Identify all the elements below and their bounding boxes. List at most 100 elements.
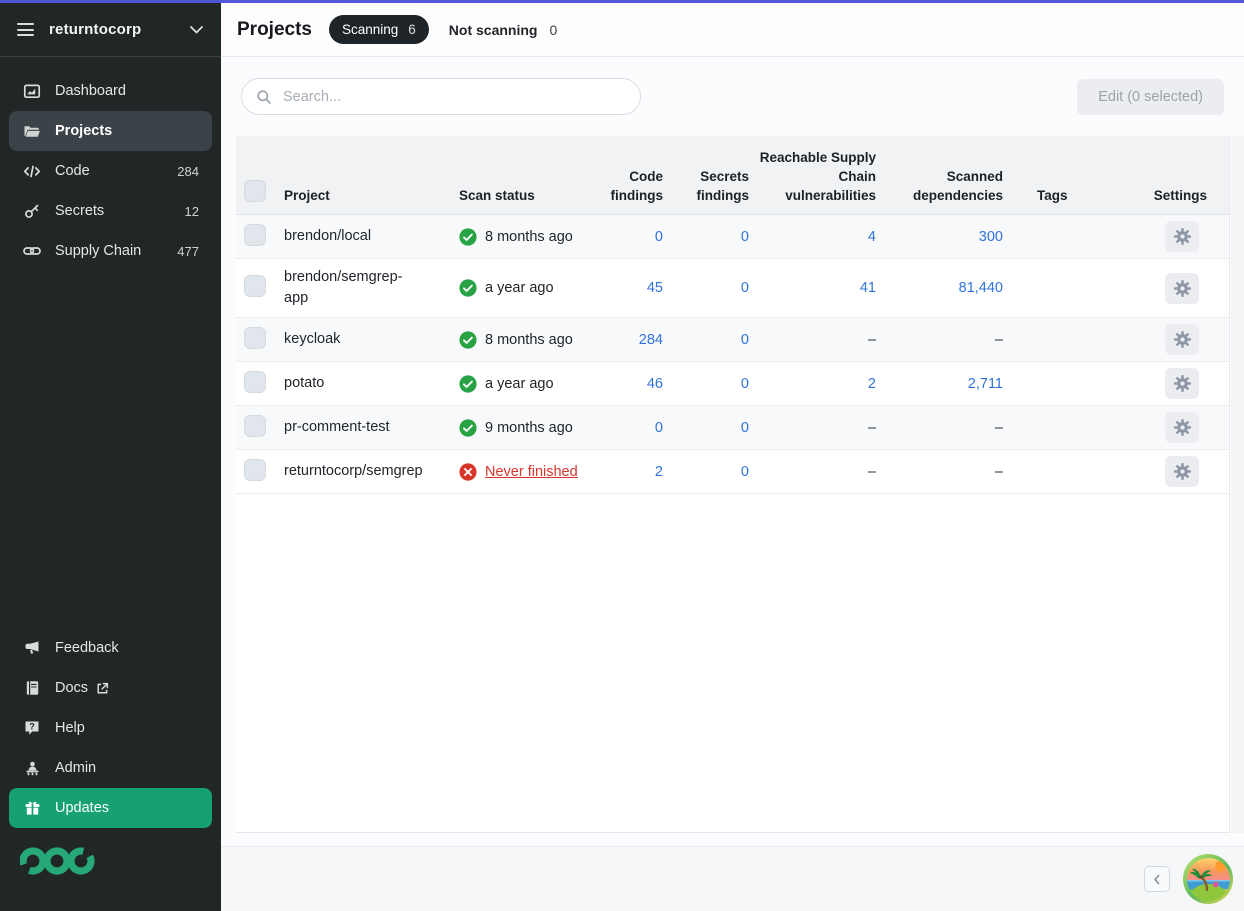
table-body: brendon/local 8 months ago 0 0 4 300 — [236, 215, 1229, 494]
scanned-deps-cell: – — [876, 464, 1003, 480]
edit-selected-button[interactable]: Edit (0 selected) — [1077, 79, 1224, 115]
palm-island-icon — [1187, 858, 1230, 901]
scan-status-text: a year ago — [485, 376, 554, 392]
scanned-deps-link[interactable]: 300 — [979, 229, 1003, 245]
sidebar-item-help[interactable]: ? Help — [9, 708, 212, 748]
secrets-findings-link[interactable]: 0 — [741, 420, 749, 436]
chain-link-icon — [22, 245, 42, 257]
reachable-vulns-link[interactable]: 4 — [868, 229, 876, 245]
select-all-checkbox[interactable] — [244, 180, 266, 202]
secrets-findings-link[interactable]: 0 — [741, 464, 749, 480]
code-findings-link[interactable]: 284 — [639, 332, 663, 348]
key-icon — [22, 203, 42, 219]
tab-not-scanning[interactable]: Not scanning 0 — [449, 22, 557, 38]
scanned-deps-link[interactable]: 81,440 — [959, 280, 1003, 296]
admin-icon — [22, 760, 42, 776]
scanning-count: 6 — [408, 22, 416, 37]
sidebar-item-admin[interactable]: Admin — [9, 748, 212, 788]
book-icon — [22, 680, 42, 696]
empty-value: – — [995, 332, 1003, 348]
dashboard-icon — [22, 83, 42, 100]
help-bubble-icon: ? — [22, 720, 42, 736]
reachable-vulns-link[interactable]: 41 — [860, 280, 876, 296]
secrets-findings-cell: 0 — [663, 464, 749, 480]
code-findings-link[interactable]: 46 — [647, 376, 663, 392]
search-input[interactable] — [281, 88, 626, 106]
secrets-findings-link[interactable]: 0 — [741, 332, 749, 348]
scan-status-text: a year ago — [485, 280, 554, 296]
sidebar-item-feedback[interactable]: Feedback — [9, 628, 212, 668]
gear-icon — [1173, 374, 1192, 393]
settings-button[interactable] — [1165, 412, 1199, 443]
settings-button[interactable] — [1165, 456, 1199, 487]
sidebar-item-updates[interactable]: Updates — [9, 788, 212, 828]
scanned-deps-cell: – — [876, 420, 1003, 436]
code-icon — [22, 164, 42, 179]
project-name-link[interactable]: keycloak — [284, 321, 340, 358]
gear-icon — [1173, 418, 1192, 437]
code-findings-link[interactable]: 0 — [655, 420, 663, 436]
row-select-checkbox[interactable] — [244, 415, 266, 437]
secrets-findings-link[interactable]: 0 — [741, 280, 749, 296]
sidebar-item-code[interactable]: Code 284 — [9, 151, 212, 191]
table-row: returntocorp/semgrep Never finished 2 0 … — [236, 450, 1229, 494]
megaphone-icon — [22, 640, 42, 656]
scanned-deps-link[interactable]: 2,711 — [968, 376, 1003, 392]
settings-button[interactable] — [1165, 221, 1199, 252]
hamburger-icon[interactable] — [17, 23, 34, 36]
x-circle-icon — [459, 463, 477, 481]
row-select-checkbox[interactable] — [244, 327, 266, 349]
sidebar-item-docs[interactable]: Docs — [9, 668, 212, 708]
scan-status-text[interactable]: Never finished — [485, 464, 578, 480]
sidebar-item-dashboard[interactable]: Dashboard — [9, 71, 212, 111]
chevron-left-icon — [1152, 874, 1162, 885]
secrets-findings-cell: 0 — [663, 420, 749, 436]
code-findings-cell: 45 — [589, 280, 663, 296]
gear-icon — [1173, 330, 1192, 349]
settings-button[interactable] — [1165, 368, 1199, 399]
search-icon — [256, 89, 272, 105]
sidebar-item-supply-chain[interactable]: Supply Chain 477 — [9, 231, 212, 271]
gear-icon — [1173, 279, 1192, 298]
check-circle-icon — [459, 419, 477, 437]
tab-scanning[interactable]: Scanning 6 — [329, 15, 429, 44]
projects-table: Project Scan status Code findings Secret… — [236, 136, 1230, 833]
external-link-icon — [96, 682, 109, 695]
reachable-vulns-link[interactable]: 2 — [868, 376, 876, 392]
project-name-link[interactable]: potato — [284, 365, 324, 402]
project-name-link[interactable]: returntocorp/semgrep — [284, 453, 423, 490]
code-findings-link[interactable]: 0 — [655, 229, 663, 245]
reachable-vulns-cell: – — [749, 420, 876, 436]
page-title: Projects — [237, 19, 312, 41]
org-switcher[interactable]: returntocorp — [0, 3, 221, 57]
secrets-findings-link[interactable]: 0 — [741, 376, 749, 392]
table-header: Project Scan status Code findings Secret… — [236, 136, 1229, 215]
code-findings-cell: 2 — [589, 464, 663, 480]
code-findings-link[interactable]: 2 — [655, 464, 663, 480]
settings-button[interactable] — [1165, 324, 1199, 355]
row-select-checkbox[interactable] — [244, 275, 266, 297]
pagination-prev-button[interactable] — [1144, 866, 1170, 892]
project-name-link[interactable]: brendon/local — [284, 218, 371, 255]
palm-island-widget[interactable] — [1183, 854, 1233, 904]
col-reachable-vulns: Reachable Supply Chain vulnerabilities — [749, 148, 876, 205]
sidebar-item-secrets[interactable]: Secrets 12 — [9, 191, 212, 231]
search-box[interactable] — [241, 78, 641, 115]
chevron-down-icon — [190, 26, 203, 34]
empty-value: – — [995, 420, 1003, 436]
sidebar-item-projects[interactable]: Projects — [9, 111, 212, 151]
page-header: Projects Scanning 6 Not scanning 0 — [221, 3, 1244, 57]
secrets-findings-link[interactable]: 0 — [741, 229, 749, 245]
row-select-checkbox[interactable] — [244, 459, 266, 481]
reachable-vulns-cell: 2 — [749, 376, 876, 392]
col-scanned-deps: Scanned dependencies — [876, 167, 1003, 205]
row-select-checkbox[interactable] — [244, 224, 266, 246]
table-row: brendon/local 8 months ago 0 0 4 300 — [236, 215, 1229, 259]
row-select-checkbox[interactable] — [244, 371, 266, 393]
project-name-link[interactable]: pr-comment-test — [284, 409, 390, 446]
project-name-link[interactable]: brendon/semgrep-app — [284, 259, 414, 317]
code-findings-link[interactable]: 45 — [647, 280, 663, 296]
settings-button[interactable] — [1165, 273, 1199, 304]
code-findings-cell: 284 — [589, 332, 663, 348]
scanned-deps-cell: 2,711 — [876, 376, 1003, 392]
